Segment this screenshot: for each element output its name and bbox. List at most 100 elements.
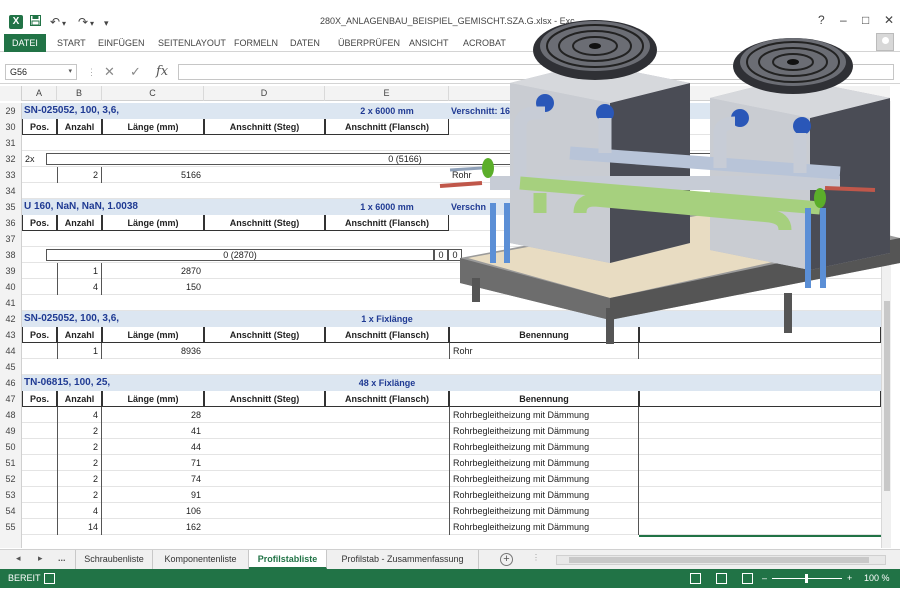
- header-anschnitt-steg[interactable]: Anschnitt (Steg): [204, 215, 325, 231]
- section-title[interactable]: SN-025052, 100, 3,6,: [22, 103, 325, 119]
- cell-laenge[interactable]: 44: [102, 439, 204, 455]
- cell-anzahl[interactable]: 1: [57, 343, 102, 359]
- row-number[interactable]: 46: [0, 375, 22, 391]
- header-anschnitt-flansch[interactable]: Anschnitt (Flansch): [325, 391, 449, 407]
- undo-dropdown-icon[interactable]: ▾: [62, 16, 66, 32]
- page-layout-view-icon[interactable]: [716, 573, 727, 584]
- cell-anzahl[interactable]: 2: [57, 167, 102, 183]
- sheet-tab-profilstabliste[interactable]: Profilstabliste: [249, 550, 327, 569]
- cell-laenge[interactable]: 162: [102, 519, 204, 535]
- cell-laenge[interactable]: 74: [102, 471, 204, 487]
- selected-cell-g56[interactable]: [639, 535, 881, 537]
- tab-daten[interactable]: DATEN: [290, 34, 320, 52]
- zoom-level[interactable]: 100 %: [864, 572, 890, 585]
- cut-plan-bar[interactable]: 0 (2870): [46, 249, 434, 261]
- horizontal-scrollbar[interactable]: [556, 555, 886, 565]
- row-number[interactable]: 51: [0, 455, 22, 471]
- row-number[interactable]: 36: [0, 215, 22, 231]
- more-sheets-button[interactable]: ...: [58, 553, 66, 563]
- cell-benennung[interactable]: Rohrbegleitheizung mit Dämmung: [449, 439, 639, 455]
- cell-laenge[interactable]: 106: [102, 503, 204, 519]
- row-number[interactable]: 37: [0, 231, 22, 247]
- cell-anzahl[interactable]: 2: [57, 471, 102, 487]
- next-sheet-icon[interactable]: ▸: [38, 553, 43, 564]
- cell-benennung[interactable]: Rohrbegleitheizung mit Dämmung: [449, 503, 639, 519]
- sheet-tab-komponentenliste[interactable]: Komponentenliste: [153, 550, 249, 569]
- cell-anzahl[interactable]: 4: [57, 279, 102, 295]
- cell-laenge[interactable]: 150: [102, 279, 204, 295]
- row-number[interactable]: 31: [0, 135, 22, 151]
- column-header-c[interactable]: C: [102, 86, 204, 101]
- cell-anzahl[interactable]: 1: [57, 263, 102, 279]
- redo-dropdown-icon[interactable]: ▾: [90, 16, 94, 32]
- header-anzahl[interactable]: Anzahl: [57, 215, 102, 231]
- cancel-icon[interactable]: ✕: [104, 64, 115, 80]
- cell-anzahl[interactable]: 14: [57, 519, 102, 535]
- column-header-a[interactable]: A: [22, 86, 57, 101]
- cell-benennung[interactable]: Rohrbegleitheizung mit Dämmung: [449, 455, 639, 471]
- row-number[interactable]: 53: [0, 487, 22, 503]
- header-benennung[interactable]: Benennung: [449, 391, 639, 407]
- row-number[interactable]: 38: [0, 247, 22, 263]
- cell-anzahl[interactable]: 2: [57, 487, 102, 503]
- enter-icon[interactable]: ✓: [130, 64, 141, 80]
- cell-laenge[interactable]: 41: [102, 423, 204, 439]
- select-all-corner[interactable]: [0, 86, 22, 101]
- cell-laenge[interactable]: 5166: [102, 167, 204, 183]
- save-icon[interactable]: [30, 14, 41, 30]
- customize-qat-icon[interactable]: ▾: [104, 15, 109, 31]
- header-laenge[interactable]: Länge (mm): [102, 119, 204, 135]
- cell-laenge[interactable]: 2870: [102, 263, 204, 279]
- header-pos[interactable]: Pos.: [22, 215, 57, 231]
- row-number[interactable]: 49: [0, 423, 22, 439]
- header-anzahl[interactable]: Anzahl: [57, 327, 102, 343]
- header-anschnitt-steg[interactable]: Anschnitt (Steg): [204, 391, 325, 407]
- row-number[interactable]: 47: [0, 391, 22, 407]
- sheet-tab-schraubenliste[interactable]: Schraubenliste: [75, 550, 153, 569]
- header-anzahl[interactable]: Anzahl: [57, 391, 102, 407]
- normal-view-icon[interactable]: [690, 573, 701, 584]
- cell-benennung[interactable]: Rohrbegleitheizung mit Dämmung: [449, 487, 639, 503]
- section-stock[interactable]: 48 x Fixlänge: [325, 375, 449, 391]
- prev-sheet-icon[interactable]: ◂: [16, 553, 21, 564]
- tab-formeln[interactable]: FORMELN: [234, 34, 278, 52]
- macro-record-icon[interactable]: [44, 573, 55, 584]
- cell-benennung[interactable]: Rohrbegleitheizung mit Dämmung: [449, 519, 639, 535]
- column-header-d[interactable]: D: [204, 86, 325, 101]
- header-pos[interactable]: Pos.: [22, 119, 57, 135]
- row-number[interactable]: 42: [0, 311, 22, 327]
- header-anschnitt-steg[interactable]: Anschnitt (Steg): [204, 327, 325, 343]
- section-title[interactable]: SN-025052, 100, 3,6,: [22, 311, 325, 327]
- sheet-tab-profilstab-zusammenfassung[interactable]: Profilstab - Zusammenfassung: [327, 550, 479, 569]
- row-number[interactable]: 48: [0, 407, 22, 423]
- cell-benennung[interactable]: Rohrbegleitheizung mit Dämmung: [449, 471, 639, 487]
- cell-multiplier[interactable]: 2x: [22, 151, 46, 167]
- header-anschnitt-steg[interactable]: Anschnitt (Steg): [204, 119, 325, 135]
- row-number[interactable]: 43: [0, 327, 22, 343]
- tab-split-handle-icon[interactable]: ⋮: [532, 553, 540, 562]
- row-number[interactable]: 45: [0, 359, 22, 375]
- cell-benennung[interactable]: Rohrbegleitheizung mit Dämmung: [449, 423, 639, 439]
- header-laenge[interactable]: Länge (mm): [102, 215, 204, 231]
- cell-laenge[interactable]: 91: [102, 487, 204, 503]
- tab-einfuegen[interactable]: EINFÜGEN: [98, 34, 145, 52]
- zoom-in-button[interactable]: +: [847, 572, 852, 585]
- tab-ueberpruefen[interactable]: ÜBERPRÜFEN: [338, 34, 400, 52]
- row-number[interactable]: 52: [0, 471, 22, 487]
- row-number[interactable]: 35: [0, 199, 22, 215]
- row-number[interactable]: 34: [0, 183, 22, 199]
- tab-start[interactable]: START: [57, 34, 86, 52]
- header-anzahl[interactable]: Anzahl: [57, 119, 102, 135]
- zoom-out-button[interactable]: –: [762, 572, 767, 585]
- header-empty[interactable]: [639, 391, 881, 407]
- name-box[interactable]: G56 ▾: [5, 64, 77, 80]
- row-number[interactable]: 50: [0, 439, 22, 455]
- column-header-b[interactable]: B: [57, 86, 102, 101]
- header-laenge[interactable]: Länge (mm): [102, 327, 204, 343]
- name-box-dropdown-icon[interactable]: ▾: [68, 65, 72, 79]
- cell-laenge[interactable]: 8936: [102, 343, 204, 359]
- add-sheet-button[interactable]: +: [500, 553, 513, 566]
- header-laenge[interactable]: Länge (mm): [102, 391, 204, 407]
- row-number[interactable]: 40: [0, 279, 22, 295]
- zoom-slider-thumb[interactable]: [805, 574, 808, 583]
